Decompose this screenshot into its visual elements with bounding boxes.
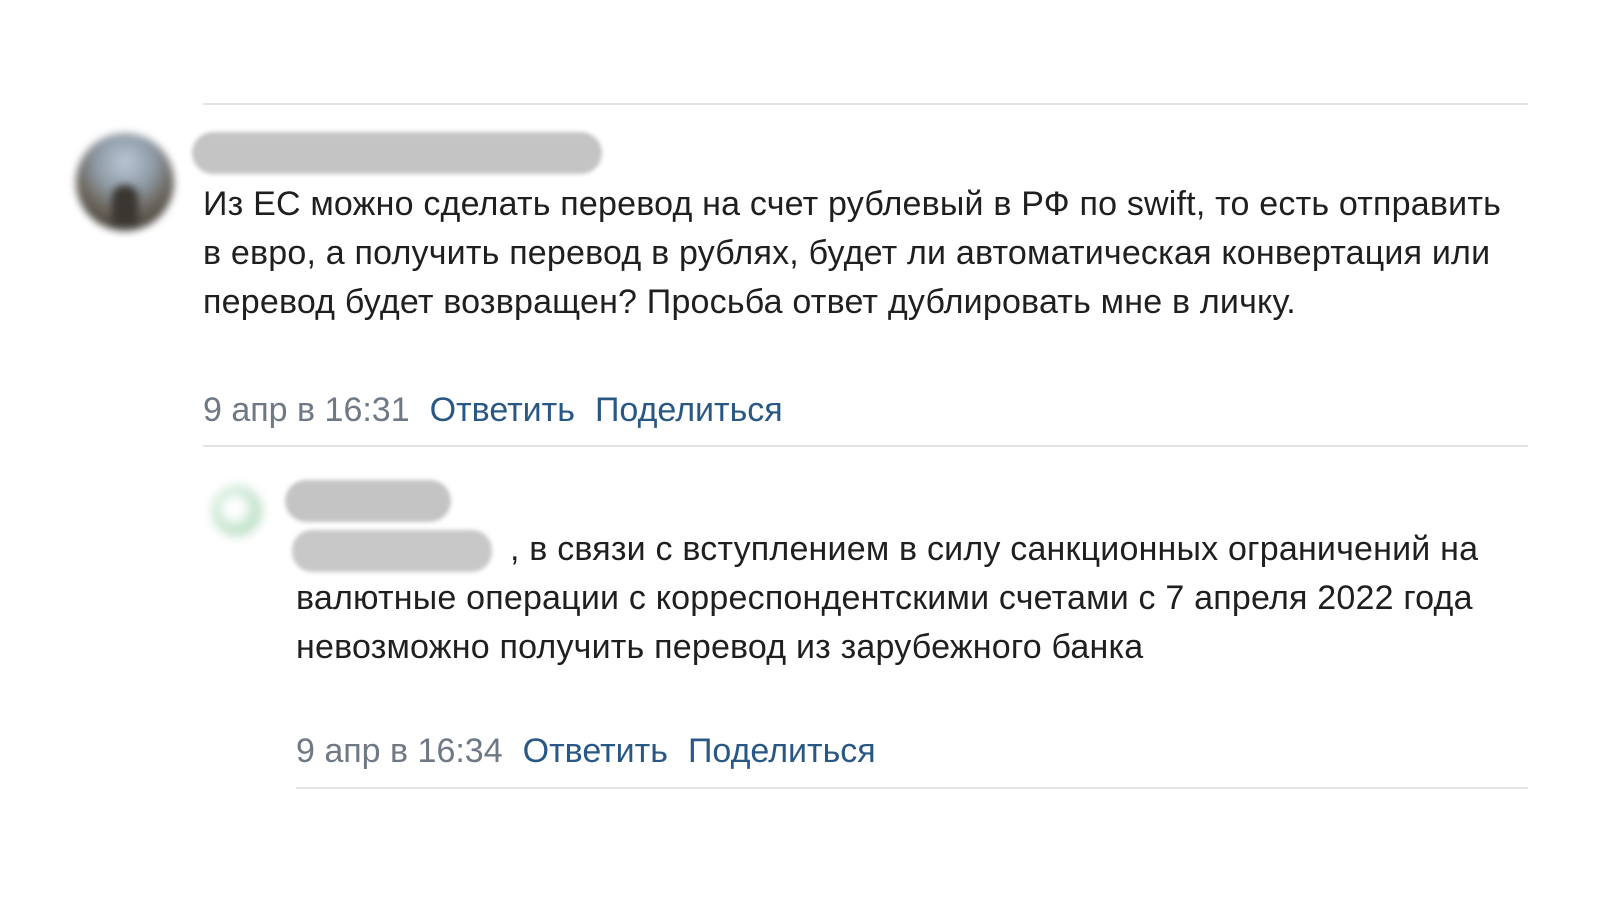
comment-date[interactable]: 9 апр в 16:31 bbox=[203, 391, 410, 429]
author-name-blurred[interactable] bbox=[285, 480, 451, 522]
reply-button[interactable]: Ответить bbox=[430, 391, 575, 429]
share-button[interactable]: Поделиться bbox=[688, 732, 876, 770]
author-name-blurred[interactable] bbox=[192, 132, 602, 174]
top-divider bbox=[203, 103, 1528, 105]
comment-thread: Из ЕС можно сделать перевод на счет рубл… bbox=[0, 0, 1600, 900]
share-button[interactable]: Поделиться bbox=[595, 391, 783, 429]
middle-divider bbox=[203, 445, 1528, 447]
comment-meta: 9 апр в 16:31 Ответить Поделиться bbox=[203, 390, 783, 430]
bottom-divider bbox=[296, 787, 1528, 789]
reply-button[interactable]: Ответить bbox=[523, 732, 668, 770]
reply-meta: 9 апр в 16:34 Ответить Поделиться bbox=[296, 731, 876, 771]
avatar[interactable] bbox=[76, 133, 174, 231]
reply-text: , в связи с вступлением в силу санкционн… bbox=[296, 530, 1479, 666]
avatar[interactable] bbox=[212, 486, 262, 536]
comment-text: Из ЕС можно сделать перевод на счет рубл… bbox=[203, 185, 1502, 321]
reply-date[interactable]: 9 апр в 16:34 bbox=[296, 732, 503, 770]
